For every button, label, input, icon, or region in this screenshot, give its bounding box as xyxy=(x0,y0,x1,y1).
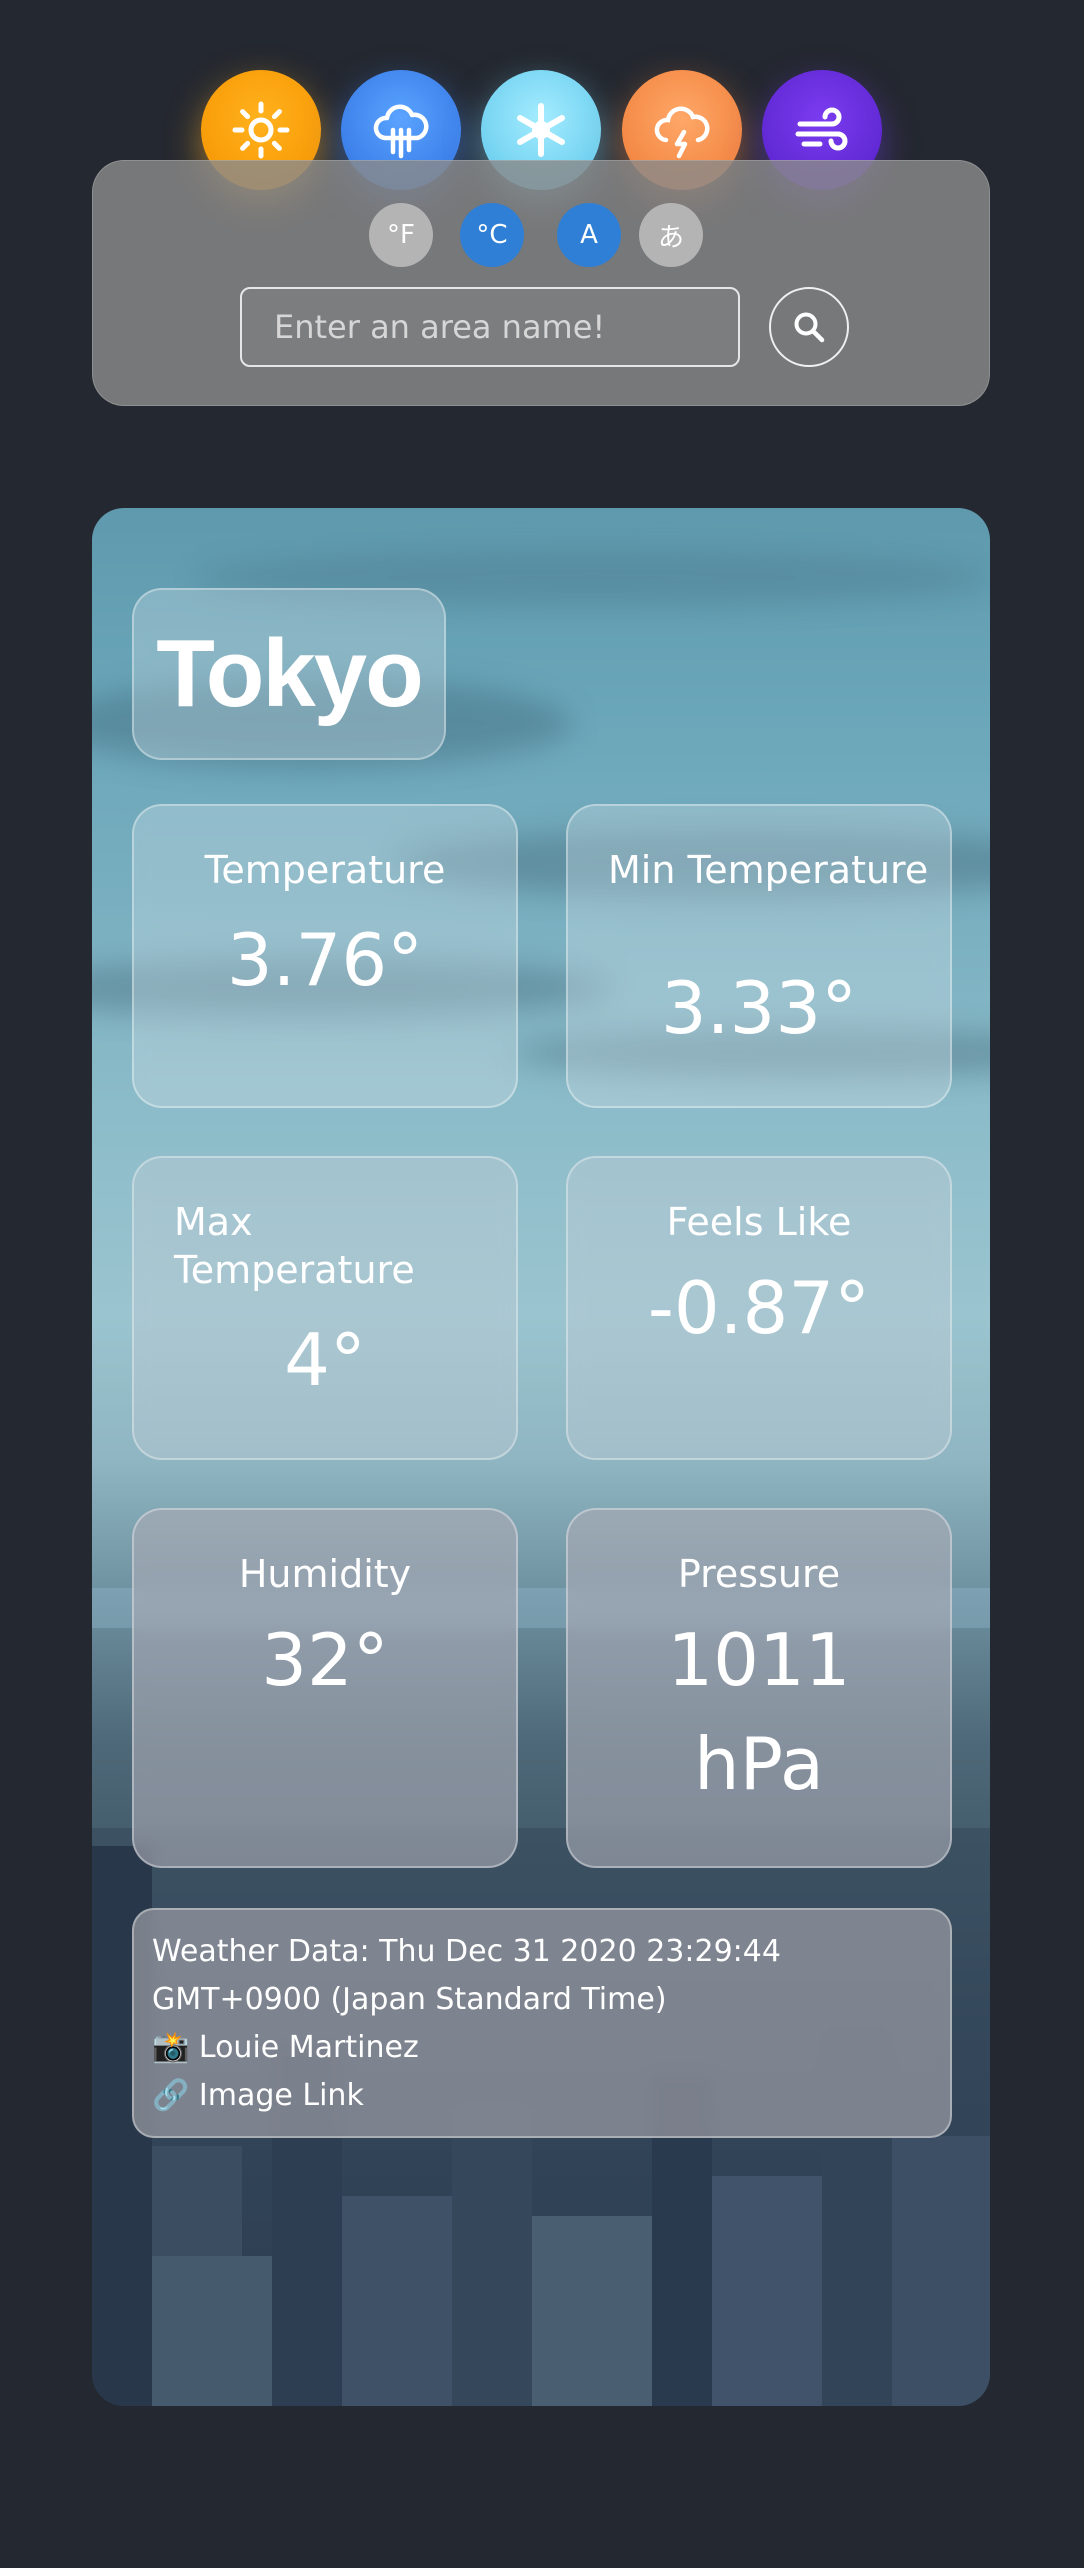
city-name: Tokyo xyxy=(156,620,424,727)
temperature-value: 3.76° xyxy=(226,918,424,1002)
wind-icon-glyph xyxy=(795,107,848,151)
search-button[interactable] xyxy=(769,287,849,367)
data-timestamp-line1: Weather Data: Thu Dec 31 2020 23:29:44 xyxy=(152,1934,781,1969)
image-link[interactable]: 🔗 Image Link xyxy=(152,2072,932,2120)
feels-like-value: -0.87° xyxy=(647,1266,871,1350)
pressure-value: 1011 xyxy=(667,1618,851,1702)
city-name-box: Tokyo xyxy=(132,588,446,760)
feels-like-label: Feels Like xyxy=(666,1200,852,1244)
photographer-credit-link[interactable]: 📸 Louie Martinez xyxy=(152,2024,932,2072)
area-search-input[interactable] xyxy=(240,287,740,367)
pressure-label: Pressure xyxy=(677,1552,841,1596)
snowflake-icon-glyph xyxy=(517,103,565,157)
thunder-cloud-icon-glyph xyxy=(654,106,710,159)
pressure-tile: Pressure 1011 hPa xyxy=(566,1508,952,1868)
humidity-value: 32° xyxy=(261,1618,389,1702)
min-temperature-label: Min Temperature xyxy=(608,848,929,892)
min-temperature-tile: Min Temperature 3.33° xyxy=(566,804,952,1108)
max-temperature-label: Max Temperature xyxy=(174,1200,415,1292)
max-temperature-tile: Max Temperature 4° xyxy=(132,1156,518,1460)
fahrenheit-button[interactable]: °F xyxy=(369,203,433,267)
humidity-tile: Humidity 32° xyxy=(132,1508,518,1868)
humidity-label: Humidity xyxy=(238,1552,412,1596)
data-timestamp-line2: GMT+0900 (Japan Standard Time) xyxy=(152,1982,667,2017)
pressure-unit: hPa xyxy=(694,1722,824,1806)
max-temperature-value: 4° xyxy=(284,1318,366,1402)
weather-footer: Weather Data: Thu Dec 31 2020 23:29:44 G… xyxy=(132,1908,952,2138)
weather-card: Tokyo Temperature 3.76° Min Temperature … xyxy=(92,508,990,2406)
control-panel: °F °C A あ xyxy=(92,160,990,406)
celsius-button[interactable]: °C xyxy=(460,203,524,267)
sun-icon-glyph xyxy=(232,101,290,159)
rain-cloud-icon-glyph xyxy=(373,104,429,159)
temperature-label: Temperature xyxy=(204,848,446,892)
japanese-language-button[interactable]: あ xyxy=(639,203,703,267)
english-language-button[interactable]: A xyxy=(557,203,621,267)
feels-like-tile: Feels Like -0.87° xyxy=(566,1156,952,1460)
search-icon xyxy=(794,312,825,343)
temperature-tile: Temperature 3.76° xyxy=(132,804,518,1108)
min-temperature-value: 3.33° xyxy=(660,966,858,1050)
